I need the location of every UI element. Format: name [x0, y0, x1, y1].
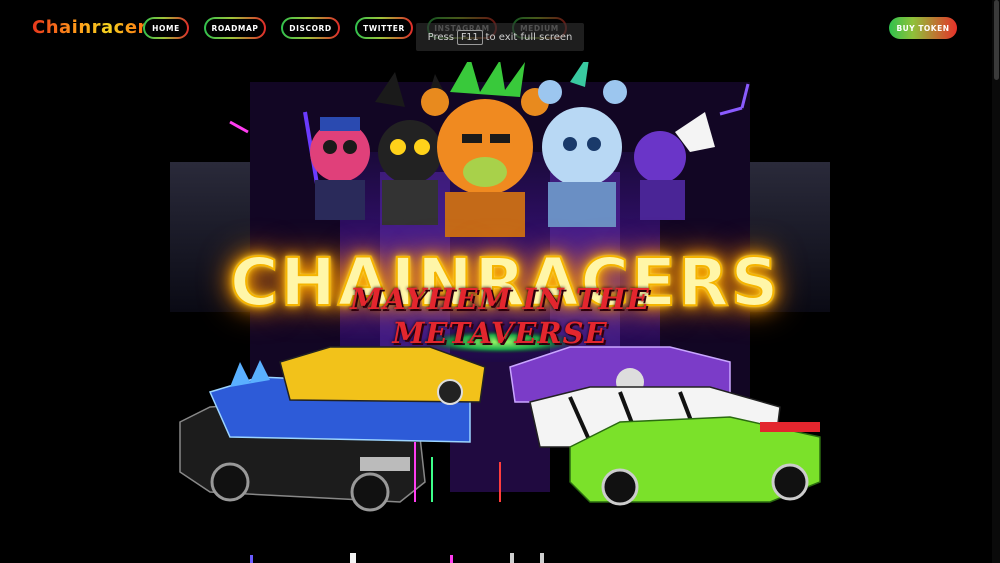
nav-twitter-label: TWITTER — [357, 19, 411, 37]
nav-roadmap-button[interactable]: ROADMAP — [204, 17, 266, 39]
brand-logo[interactable]: ChainracerS — [32, 17, 160, 39]
page-scrollbar[interactable] — [992, 0, 1000, 563]
fullscreen-toast: Press F11 to exit full screen — [416, 23, 584, 51]
car-green-right — [569, 416, 821, 506]
hero-subtitle: MAYHEM IN THE METAVERSE — [350, 282, 650, 350]
nav-twitter-button[interactable]: TWITTER — [355, 17, 413, 39]
nav-discord-button[interactable]: DISCORD — [281, 17, 340, 39]
car-yellow-left — [279, 346, 486, 405]
nav-home-button[interactable]: HOME — [143, 17, 189, 39]
toast-key: F11 — [456, 29, 483, 45]
nav-discord-label: DISCORD — [283, 19, 338, 37]
toast-prefix: Press — [427, 31, 454, 43]
buy-token-button[interactable]: BUY TOKEN — [889, 17, 957, 39]
next-section-preview — [250, 553, 544, 563]
nav-roadmap-label: ROADMAP — [206, 19, 264, 37]
nav-home-label: HOME — [145, 19, 187, 37]
hero-artwork: CHAINRACERS MAYHEM IN THE METAVERSE — [170, 62, 830, 512]
character-pink-bear — [310, 117, 370, 220]
neon-bar-left — [229, 120, 249, 134]
toast-suffix: to exit full screen — [485, 31, 573, 43]
scrollbar-thumb[interactable] — [994, 0, 999, 80]
